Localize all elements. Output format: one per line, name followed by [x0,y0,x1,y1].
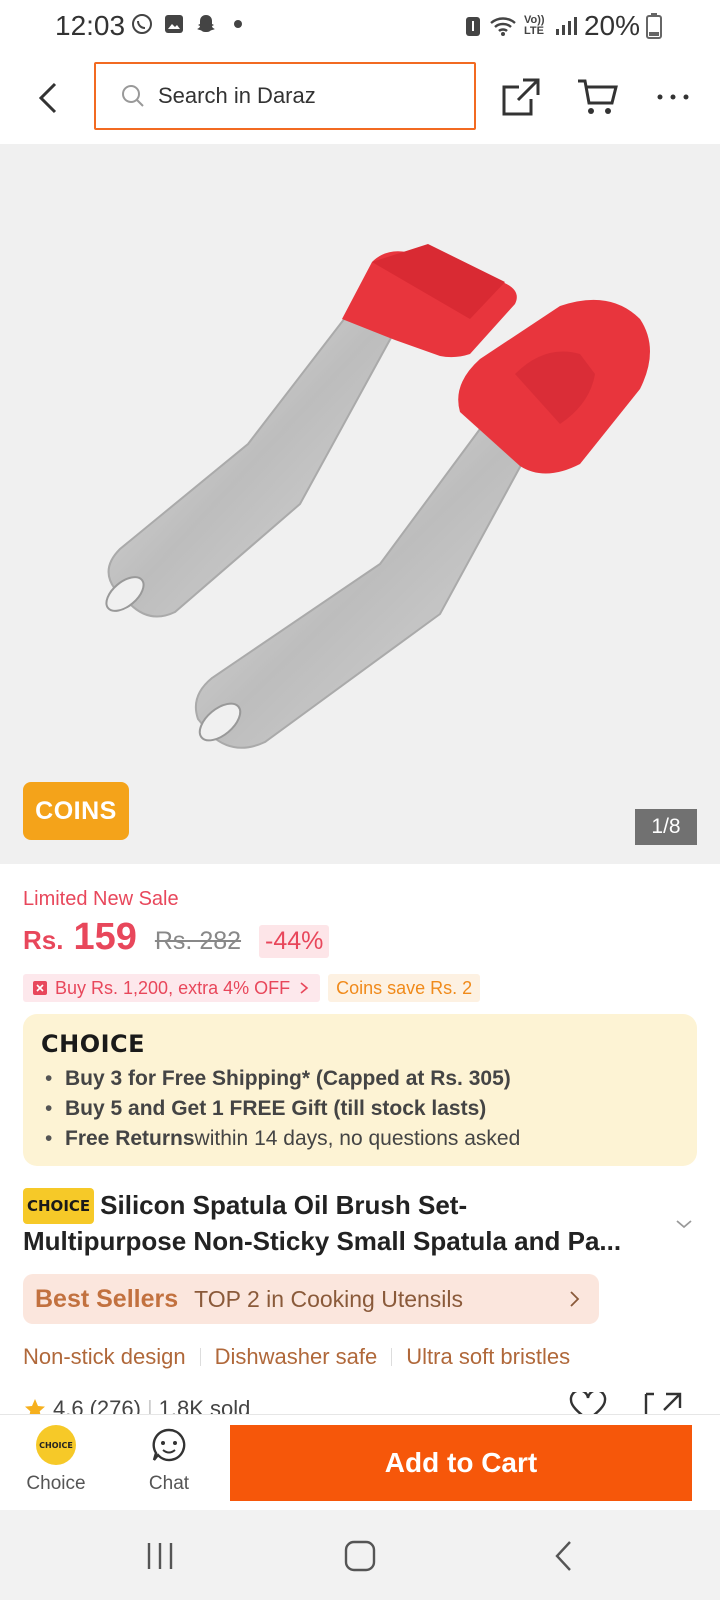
product-image-gallery[interactable]: COINS 1/8 [0,144,720,864]
list-item: • Buy 5 and Get 1 FREE Gift (till stock l… [45,1097,487,1120]
original-price: Rs. 282 [154,927,242,955]
notification-icons [130,12,250,36]
search-icon [122,85,144,107]
search-input[interactable]: Search in Daraz [94,62,476,130]
status-bar: 12:03 Vo)) LTE 20% [0,0,720,54]
image-counter: 1/8 [635,809,697,845]
product-image [105,244,650,749]
discount-badge: -44% [259,925,330,958]
bottom-action-bar: CHOICE Choice Chat Add to Cart [0,1414,720,1510]
feature-tags: Non-stick design Dishwasher safe Ultra s… [23,1344,570,1370]
voucher-offer[interactable]: Buy Rs. 1,200, extra 4% OFF [23,974,321,1002]
system-status: Vo)) LTE 20% [464,10,662,42]
price-currency: Rs. [23,925,64,955]
share-button[interactable] [498,74,544,120]
search-placeholder: Search in Daraz [158,83,316,108]
chevron-right-icon [300,982,309,994]
chat-label: Chat [148,1473,190,1494]
status-time: 12:03 [55,10,126,41]
back-button[interactable] [28,76,68,120]
battery-saver-icon [465,17,480,36]
volte-icon: Vo)) LTE [523,14,545,37]
cart-button[interactable] [574,74,620,120]
choice-logo: CHOICE [41,1030,146,1058]
back-icon [555,1541,571,1571]
signal-icon [555,17,577,35]
sale-label: Limited New Sale [23,888,179,910]
system-nav-bar [0,1510,720,1600]
back-icon [38,82,57,114]
whatsapp-icon [132,14,152,34]
bestseller-banner[interactable]: Best Sellers TOP 2 in Cooking Utensils [23,1274,599,1324]
product-title: CHOICE Silicon Spatula Oil Brush Set- Mul… [23,1188,663,1258]
product-title-line2: Multipurpose Non-Sticky Small Spatula an… [23,1226,622,1256]
dot-icon [234,20,242,28]
more-icon [657,94,689,100]
battery-percent: 20% [583,10,640,41]
gallery-icon [165,15,183,33]
chevron-down-icon[interactable] [672,1212,696,1236]
add-to-cart-button[interactable]: Add to Cart [230,1425,692,1501]
wifi-icon [490,17,516,36]
divider [199,1348,201,1366]
system-back-button[interactable] [544,1538,584,1574]
choice-label: Choice [26,1473,86,1494]
voucher-icon [33,981,47,995]
product-title-line1: Silicon Spatula Oil Brush Set- [100,1190,468,1220]
coins-badge[interactable]: COINS [23,782,129,840]
promo-row: Buy Rs. 1,200, extra 4% OFF Coins save R… [23,974,481,1002]
choice-benefits-card[interactable]: CHOICE • Buy 3 for Free Shipping* (Capped… [23,1014,697,1166]
recents-button[interactable] [140,1538,180,1574]
feature-tag: Ultra soft bristles [406,1344,571,1369]
battery-icon [646,13,662,39]
voucher-offer-text: Buy Rs. 1,200, extra 4% OFF [55,977,291,998]
home-icon [344,1540,376,1572]
snapchat-icon [197,15,215,32]
bestseller-logo: Best Sellers [35,1284,179,1313]
choice-benefits-list: • Buy 3 for Free Shipping* (Capped at Rs.… [45,1064,520,1154]
more-button[interactable] [650,74,696,120]
choice-button[interactable]: CHOICE Choice [16,1425,96,1495]
list-item: • Buy 3 for Free Shipping* (Capped at Rs.… [45,1067,511,1090]
share-icon [502,78,540,116]
divider [391,1348,393,1366]
current-price: 159 [73,916,137,958]
choice-icon: CHOICE [36,1425,76,1465]
chat-button[interactable]: Chat [129,1425,209,1495]
feature-tag: Non-stick design [23,1344,186,1369]
bestseller-rank: TOP 2 in Cooking Utensils [194,1285,464,1312]
chevron-right-icon [570,1291,580,1307]
choice-badge: CHOICE [23,1188,95,1224]
price-row: Rs. 159 Rs. 282 -44% [23,916,330,959]
coins-save-tag: Coins save Rs. 2 [328,974,481,1002]
product-title-block[interactable]: CHOICE Silicon Spatula Oil Brush Set- Mul… [23,1188,663,1258]
feature-tag: Dishwasher safe [214,1344,378,1369]
cart-icon [578,79,618,114]
recents-icon [147,1543,173,1569]
list-item: • Free Returns within 14 days, no questio… [45,1127,521,1150]
home-button[interactable] [340,1538,380,1574]
chat-icon [152,1428,186,1462]
search-header: Search in Daraz [0,54,720,144]
